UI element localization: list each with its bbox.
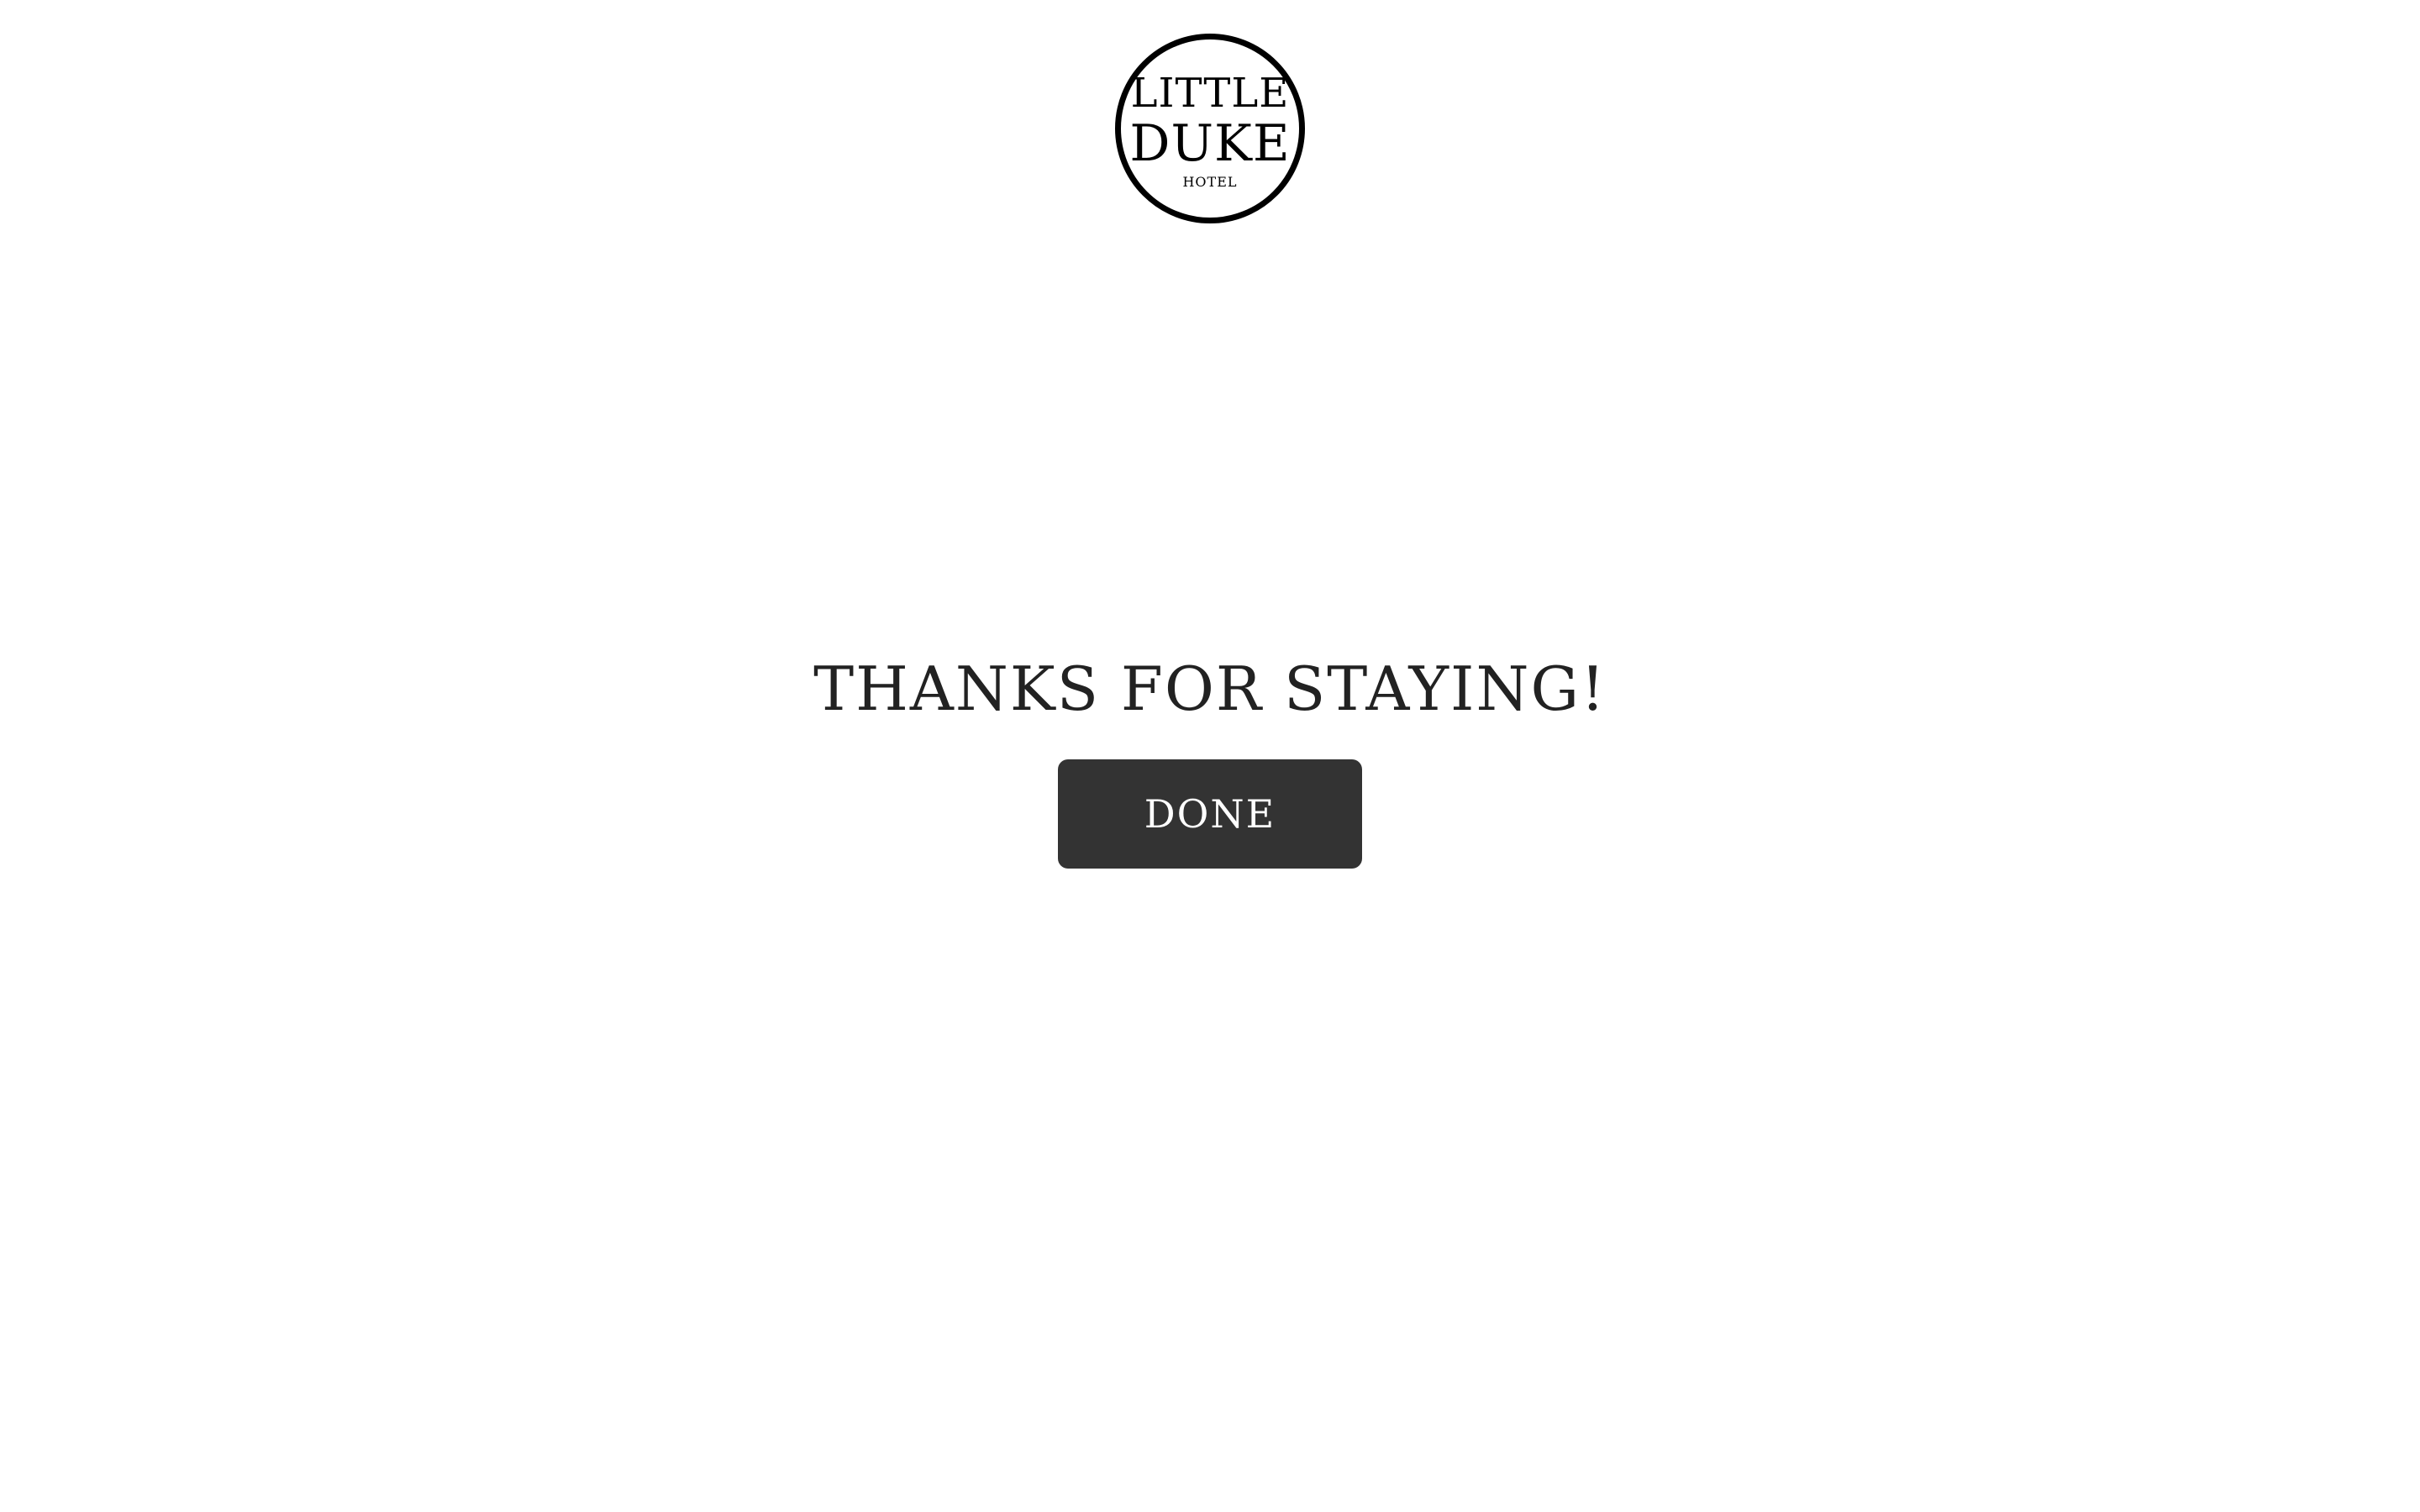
logo-text-little: LITTLE — [1130, 70, 1290, 117]
thank-you-panel: THANKS FOR STAYING! DONE — [0, 647, 2420, 869]
done-button[interactable]: DONE — [1058, 759, 1362, 869]
hotel-logo: LITTLE DUKE HOTEL — [1115, 34, 1305, 223]
logo-text-hotel: HOTEL — [1182, 174, 1238, 190]
logo-text-duke: DUKE — [1129, 114, 1291, 173]
page-title: THANKS FOR STAYING! — [813, 654, 1607, 724]
